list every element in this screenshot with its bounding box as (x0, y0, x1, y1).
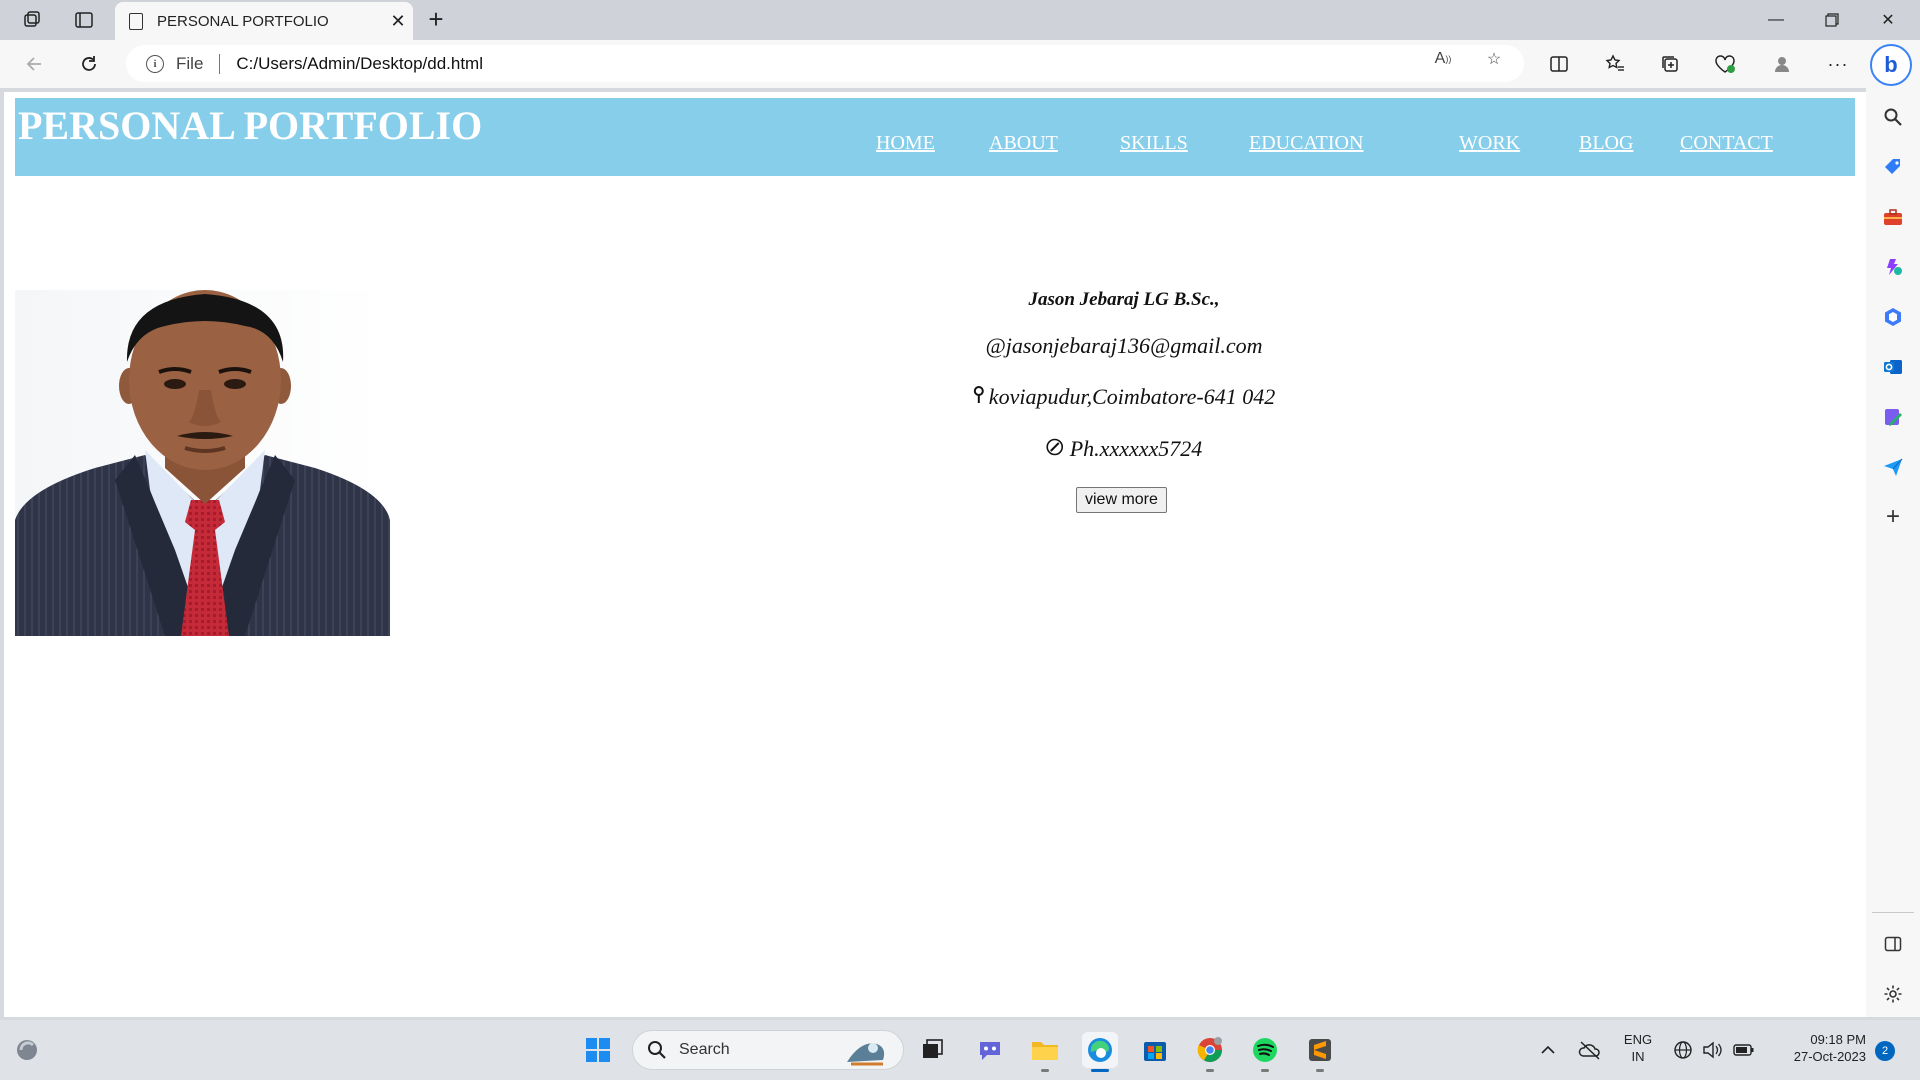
search-icon[interactable] (1879, 103, 1907, 131)
profile-name: Jason Jebaraj LG B.Sc., (1028, 289, 1220, 310)
page-viewport: PERSONAL PORTFOLIO HOME ABOUT SKILLS EDU… (4, 92, 1866, 1017)
tools-icon[interactable] (1879, 203, 1907, 231)
address-separator (219, 53, 221, 74)
phone-icon (1046, 436, 1064, 462)
microsoft-365-icon[interactable] (1879, 303, 1907, 331)
phone-text: Ph.xxxxxx5724 (1069, 436, 1203, 461)
send-icon[interactable] (1879, 453, 1907, 481)
language-code: ENG (1623, 1032, 1653, 1047)
location-pin-icon (973, 384, 985, 410)
profile-icon[interactable] (1765, 48, 1799, 80)
search-highlight-icon (847, 1043, 885, 1066)
profile-phone: Ph.xxxxxx5724 (1046, 436, 1203, 462)
back-icon[interactable] (18, 48, 52, 80)
profile-info: Jason Jebaraj LG B.Sc., @jasonjebaraj136… (4, 92, 1866, 1017)
microsoft-store-icon[interactable] (1137, 1032, 1173, 1068)
new-tab-button[interactable]: + (421, 4, 451, 34)
file-explorer-icon[interactable] (1027, 1032, 1063, 1072)
outlook-icon[interactable] (1879, 353, 1907, 381)
notification-badge[interactable]: 2 (1875, 1041, 1895, 1061)
minimize-icon[interactable]: — (1748, 0, 1804, 40)
tab-strip: PERSONAL PORTFOLIO ✕ + — ✕ (0, 0, 1920, 40)
start-icon[interactable] (580, 1032, 616, 1068)
scheme-label: File (176, 53, 204, 73)
task-view-icon[interactable] (914, 1032, 950, 1068)
close-window-icon[interactable]: ✕ (1860, 0, 1916, 40)
chrome-icon[interactable] (1192, 1032, 1228, 1072)
read-aloud-icon[interactable]: A)) (1428, 48, 1458, 70)
url-text[interactable]: C:/Users/Admin/Desktop/dd.html (236, 54, 483, 74)
tab-close-icon[interactable]: ✕ (383, 11, 413, 32)
side-divider (1872, 912, 1914, 913)
view-more-button[interactable]: view more (1076, 487, 1167, 513)
address-bar[interactable]: i File C:/Users/Admin/Desktop/dd.html (126, 45, 1524, 82)
more-options-icon[interactable]: ··· (1821, 48, 1855, 80)
teams-chat-icon[interactable] (972, 1032, 1008, 1068)
copilot-icon[interactable]: b (1870, 44, 1912, 86)
favorites-icon[interactable] (1598, 48, 1632, 80)
tab-actions-icon[interactable] (68, 6, 100, 34)
edge-browser-icon[interactable] (1082, 1032, 1118, 1072)
battery-icon[interactable] (1726, 1032, 1762, 1068)
spotify-icon[interactable] (1247, 1032, 1283, 1072)
tab-title: PERSONAL PORTFOLIO (157, 12, 329, 30)
games-icon[interactable] (1879, 253, 1907, 281)
weather-widget-icon[interactable] (10, 1032, 46, 1068)
sublime-text-icon[interactable] (1302, 1032, 1338, 1072)
document-icon (129, 12, 143, 30)
browser-toolbar: i File C:/Users/Admin/Desktop/dd.html A)… (0, 40, 1920, 88)
shopping-tag-icon[interactable] (1879, 153, 1907, 181)
add-icon[interactable]: + (1879, 503, 1907, 531)
favorite-star-icon[interactable]: ☆ (1479, 48, 1509, 70)
browser-essentials-icon[interactable] (1708, 48, 1742, 80)
profile-email: @jasonjebaraj136@gmail.com (985, 333, 1263, 358)
taskbar: Search ENG IN 09:18 PM 27-Oct-2023 (0, 1020, 1920, 1080)
clock[interactable]: 09:18 PM 27-Oct-2023 (1770, 1031, 1866, 1065)
split-screen-icon[interactable] (1542, 48, 1576, 80)
taskbar-search-label: Search (679, 1041, 730, 1058)
restore-icon[interactable] (1804, 0, 1860, 40)
address-text: koviapudur,Coimbatore-641 042 (988, 384, 1276, 409)
input-language[interactable]: ENG IN (1620, 1031, 1656, 1065)
side-panel: + (1866, 88, 1920, 1017)
browser-tab[interactable]: PERSONAL PORTFOLIO ✕ (115, 2, 413, 40)
profile-address: koviapudur,Coimbatore-641 042 (973, 384, 1275, 410)
hide-sidebar-icon[interactable] (1879, 930, 1907, 958)
clock-time: 09:18 PM (1810, 1032, 1866, 1047)
onedrive-offline-icon[interactable] (1572, 1032, 1608, 1068)
volume-icon[interactable] (1694, 1032, 1730, 1068)
region-code: IN (1631, 1049, 1645, 1064)
info-icon[interactable]: i (146, 54, 164, 73)
workspaces-icon[interactable] (16, 6, 48, 34)
show-hidden-icons-icon[interactable] (1530, 1032, 1566, 1068)
collections-icon[interactable] (1653, 48, 1687, 80)
search-icon (648, 1041, 666, 1059)
clock-date: 27-Oct-2023 (1793, 1049, 1866, 1064)
refresh-icon[interactable] (72, 48, 106, 80)
settings-gear-icon[interactable] (1879, 980, 1907, 1008)
designer-icon[interactable] (1879, 403, 1907, 431)
taskbar-search[interactable]: Search (632, 1030, 904, 1070)
